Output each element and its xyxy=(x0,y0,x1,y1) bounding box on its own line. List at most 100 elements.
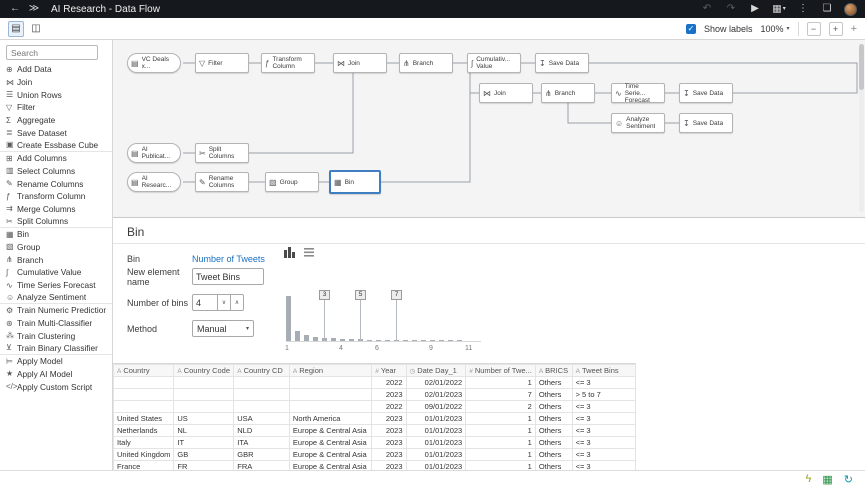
pan-crosshair-icon[interactable]: + xyxy=(851,23,857,35)
method-select[interactable]: Manual ▾ xyxy=(192,320,254,337)
table-row[interactable]: Italy IT ITA Europe & Central Asia 2023 01/01… xyxy=(113,436,636,449)
table-row[interactable]: United States US USA North America 2023 01/01… xyxy=(113,412,636,425)
sidebar-item-aggregate[interactable]: Σ Aggregate xyxy=(0,114,112,127)
show-labels-checkbox[interactable]: ✓ xyxy=(685,23,696,34)
avatar[interactable] xyxy=(844,2,857,16)
table-row[interactable]: United Kingdom GB GBR Europe & Central Asia… xyxy=(113,448,636,461)
sidebar-item-filter[interactable]: ▽ Filter xyxy=(0,101,112,114)
column-header-number-of-twe[interactable]: # Number of Twe... xyxy=(465,364,536,377)
save-bookmark-icon[interactable]: ❏ xyxy=(820,0,834,18)
sidebar-item-analyze-sentiment[interactable]: ☺ Analyze Sentiment xyxy=(0,291,112,305)
diagram-view-button[interactable]: ◫ xyxy=(28,21,44,37)
table-row[interactable]: Netherlands NL NLD Europe & Central Asia 202… xyxy=(113,424,636,437)
table-row[interactable]: 2023 02/01/2023 7 Others > 5 to 7 xyxy=(113,388,636,401)
column-header-year[interactable]: # Year xyxy=(371,364,407,377)
sidebar-item-select-columns[interactable]: ▥ Select Columns xyxy=(0,165,112,178)
search-input[interactable] xyxy=(6,45,98,60)
sidebar-item-train-binary-classifier[interactable]: ⊻ Train Binary Classifier xyxy=(0,342,112,355)
flow-node-split-columns[interactable]: ✂ Split Columns xyxy=(195,143,249,163)
column-header-tweet-bins[interactable]: A Tweet Bins xyxy=(571,364,636,377)
zoom-select[interactable]: 100% ▾ xyxy=(761,24,790,34)
stepper-down-icon[interactable]: ∨ xyxy=(218,294,231,311)
sidebar-item-time-series-forecast[interactable]: ∿ Time Series Forecast xyxy=(0,279,112,292)
zoom-out-button[interactable]: − xyxy=(806,21,821,36)
column-header-country-code[interactable]: A Country Code xyxy=(173,364,235,377)
sidebar-item-train-clustering[interactable]: ⁂ Train Clustering xyxy=(0,329,112,342)
bin-column-link[interactable]: Number of Tweets xyxy=(192,254,265,264)
table-row[interactable]: 2022 09/01/2022 2 Others <= 3 xyxy=(113,400,636,413)
expand-panels-icon[interactable]: ≫ xyxy=(27,0,41,18)
sidebar-item-apply-custom-script[interactable]: </> Apply Custom Script xyxy=(0,380,112,393)
column-header-country-cd[interactable]: A Country CD xyxy=(233,364,290,377)
flow-node-join-1[interactable]: ⋈ Join xyxy=(333,53,387,73)
sidebar-item-label: Add Data xyxy=(17,64,52,75)
flow-node-save-data-3[interactable]: ↧ Save Data xyxy=(679,113,733,133)
flow-node-branch-1[interactable]: ⋔ Branch xyxy=(399,53,453,73)
column-header-country[interactable]: A Country xyxy=(113,364,175,377)
sidebar-item-group[interactable]: ▧ Group xyxy=(0,241,112,254)
table-cell: 1 xyxy=(465,376,536,389)
sidebar-item-train-numeric-prediction[interactable]: ⚙ Train Numeric Prediction xyxy=(0,304,112,317)
bin-boundary-handle[interactable]: 3 xyxy=(319,290,330,300)
zoom-in-button[interactable]: + xyxy=(828,21,843,36)
flow-node-filter[interactable]: ▽ Filter xyxy=(195,53,249,73)
spark-icon[interactable]: ϟ xyxy=(806,473,812,485)
flow-node-time-series-forecast[interactable]: ∿ Time Serie... Forecast xyxy=(611,83,665,104)
sidebar-item-union-rows[interactable]: ☰ Union Rows xyxy=(0,88,112,101)
flow-node-ai-publications[interactable]: ▤ AI Publicat... xyxy=(127,143,181,163)
flow-node-branch-2[interactable]: ⋔ Branch xyxy=(541,83,595,103)
flow-node-analyze-sentiment[interactable]: ☺ Analyze Sentiment xyxy=(611,113,665,133)
flow-node-vc-deals[interactable]: ▤ VC Deals x... xyxy=(127,53,181,73)
sidebar-item-merge-columns[interactable]: ⇉ Merge Columns xyxy=(0,203,112,216)
sidebar-item-add-data[interactable]: ⊕ Add Data xyxy=(0,63,112,76)
flow-node-join-2[interactable]: ⋈ Join xyxy=(479,83,533,103)
sidebar-item-cumulative-value[interactable]: ∫ Cumulative Value xyxy=(0,266,112,279)
sidebar-item-join[interactable]: ⋈ Join xyxy=(0,76,112,89)
kebab-menu-icon[interactable]: ⋮ xyxy=(796,0,810,18)
undo-icon[interactable]: ↶ xyxy=(700,0,714,18)
data-view-button[interactable]: ▤ xyxy=(8,20,24,37)
sidebar-item-save-dataset[interactable]: ≣ Save Dataset xyxy=(0,126,112,139)
flow-node-save-data-1[interactable]: ↧ Save Data xyxy=(535,53,589,73)
sidebar-item-train-multi-classifier[interactable]: ⊛ Train Multi-Classifier xyxy=(0,317,112,330)
number-of-bins-stepper[interactable]: 4 ∨ ∧ xyxy=(192,294,244,311)
flow-node-ai-research[interactable]: ▤ AI Researc... xyxy=(127,172,181,192)
sidebar-item-split-columns[interactable]: ✂ Split Columns xyxy=(0,215,112,228)
sidebar-item-branch[interactable]: ⋔ Branch xyxy=(0,253,112,266)
stepper-up-icon[interactable]: ∧ xyxy=(231,294,244,311)
sidebar-item-bin[interactable]: ▦ Bin xyxy=(0,228,112,241)
bin-boundary-handle[interactable]: 5 xyxy=(355,290,366,300)
list-view-icon[interactable] xyxy=(303,246,315,258)
node-label: Save Data xyxy=(692,89,724,97)
sidebar-item-apply-model[interactable]: ⊨ Apply Model xyxy=(0,355,112,368)
flow-node-save-data-2[interactable]: ↧ Save Data xyxy=(679,83,733,103)
flow-canvas[interactable]: ▤ VC Deals x... ▽ Filter ƒ Transform Column ⋈ J… xyxy=(113,40,865,218)
flow-node-cumulative-value[interactable]: ∫ Cumulativ... Value xyxy=(467,53,521,73)
sidebar-item-apply-ai-model[interactable]: ★ Apply AI Model xyxy=(0,368,112,381)
dataset-grid-icon[interactable]: ▦ xyxy=(822,473,832,486)
column-header-region[interactable]: A Region xyxy=(288,364,373,377)
sidebar-item-transform-column[interactable]: ƒ Transform Column xyxy=(0,190,112,203)
sidebar-item-add-columns[interactable]: ⊞ Add Columns xyxy=(0,152,112,165)
refresh-icon[interactable]: ↻ xyxy=(844,473,853,486)
histogram-view-icon[interactable] xyxy=(283,246,295,258)
table-row[interactable]: 2022 02/01/2022 1 Others <= 3 xyxy=(113,376,636,389)
flow-node-bin[interactable]: ▦ Bin xyxy=(329,170,381,194)
sidebar-item-create-essbase-cube[interactable]: ▣ Create Essbase Cube xyxy=(0,139,112,152)
sidebar-item-rename-columns[interactable]: ✎ Rename Columns xyxy=(0,177,112,190)
histogram-bar xyxy=(375,339,381,341)
flow-node-rename-columns[interactable]: ✎ Rename Columns xyxy=(195,172,249,192)
bin-boundary-handle[interactable]: 7 xyxy=(391,290,402,300)
column-header-brics[interactable]: A BRICS xyxy=(534,364,573,377)
column-header-date-day-1[interactable]: ◷ Date Day_1 xyxy=(405,364,467,377)
run-flow-icon[interactable]: ▶ xyxy=(748,0,762,18)
flow-node-transform-column[interactable]: ƒ Transform Column xyxy=(261,53,315,73)
new-element-name-input[interactable] xyxy=(192,268,264,285)
flow-node-group[interactable]: ▧ Group xyxy=(265,172,319,192)
view-options-icon[interactable]: ▦▾ xyxy=(772,0,786,18)
scrollbar-thumb[interactable] xyxy=(859,44,864,90)
canvas-scrollbar[interactable] xyxy=(859,44,864,212)
back-icon[interactable]: ← xyxy=(8,0,22,18)
table-row[interactable]: France FR FRA Europe & Central Asia 2023 01/0… xyxy=(113,460,636,470)
redo-icon[interactable]: ↷ xyxy=(724,0,738,18)
